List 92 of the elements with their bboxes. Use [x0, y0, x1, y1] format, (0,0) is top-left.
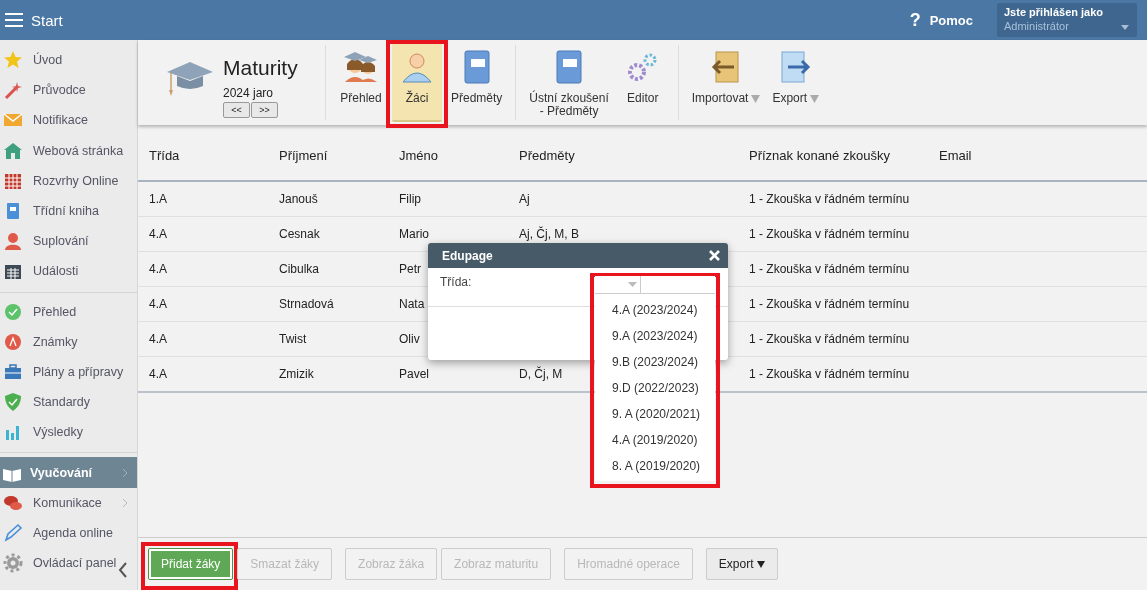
sidebar-item[interactable]: Notifikace [0, 105, 137, 136]
gear-icon [3, 553, 23, 574]
help-link[interactable]: Pomoc [929, 12, 973, 28]
shield-icon [3, 392, 23, 413]
help-icon[interactable]: ? [909, 9, 921, 31]
close-icon[interactable] [709, 250, 720, 261]
sidebar-item[interactable]: Události [0, 256, 137, 287]
toolbar-tab[interactable]: Přehled [336, 40, 386, 122]
table-cell: Aj [519, 192, 530, 206]
dropdown-button[interactable]: Export [705, 548, 778, 580]
toolbar-tab[interactable]: Předměty [448, 40, 506, 122]
field-label: Třída: [440, 275, 472, 289]
dropdown-option[interactable]: 4.A (2023/2024) [595, 297, 715, 323]
previous-button[interactable]: << [223, 102, 250, 118]
caret-icon [1121, 25, 1129, 30]
table-cell: Oliv [399, 332, 420, 346]
table-cell: Twist [279, 332, 307, 346]
collapse-icon[interactable] [118, 562, 128, 578]
grade-circle-icon [3, 331, 23, 352]
table-cell: 4.A [149, 367, 167, 381]
house-icon [3, 140, 23, 161]
caret-icon [751, 95, 761, 103]
check-circle-icon [3, 301, 23, 322]
sidebar-item[interactable]: Komunikace [0, 487, 137, 518]
table-cell: Mario [399, 227, 429, 241]
table-cell: Cesnak [279, 227, 320, 241]
sidebar-item[interactable]: Výsledky [0, 417, 137, 448]
app-title[interactable]: Start [31, 11, 63, 29]
period-label: 2024 jaro [223, 86, 275, 100]
table-cell: Strnadová [279, 297, 334, 311]
sidebar-item[interactable]: Standardy [0, 387, 137, 418]
briefcase-icon [3, 361, 23, 382]
table-cell: 4.A [149, 332, 167, 346]
column-header[interactable]: Příznak konané zkoušky [749, 147, 939, 163]
sidebar-item[interactable]: Agenda online [0, 517, 137, 548]
toolbar-tab[interactable]: Export [769, 40, 823, 122]
menu-icon[interactable] [5, 13, 23, 27]
dropdown-option[interactable]: 4.A (2019/2020) [595, 427, 715, 453]
table-cell: 4.A [149, 297, 167, 311]
table-cell: Aj, Čj, M, B [519, 227, 579, 241]
sidebar-item[interactable]: Ovládací panel [0, 548, 137, 579]
sidebar-item[interactable]: Webová stránka [0, 135, 137, 166]
column-header[interactable]: Email [939, 147, 1147, 163]
table-cell: 1 - Zkouška v řádném termínu [749, 297, 910, 311]
dropdown-option[interactable]: 9.D (2022/2023) [595, 375, 715, 401]
table-cell: 1 - Zkouška v řádném termínu [749, 332, 910, 346]
sidebar-item[interactable]: Známky [0, 326, 137, 357]
dropdown-option[interactable]: 8. A (2019/2020) [595, 453, 715, 479]
toolbar-tab[interactable]: Ústní zkoušení - Předměty [526, 40, 612, 122]
table-cell: 4.A [149, 227, 167, 241]
user-menu[interactable]: Jste přihlášen jako Administrátor [997, 3, 1137, 37]
dropdown-option[interactable]: 9.A (2023/2024) [595, 323, 715, 349]
module-title: Maturity [223, 56, 298, 80]
table-cell: Pavel [399, 367, 430, 381]
table-cell: Filip [399, 192, 421, 206]
select-field[interactable] [595, 276, 715, 294]
sidebar-item[interactable]: Průvodce [0, 75, 137, 106]
caret-icon [810, 95, 820, 103]
table-cell: Cibulka [279, 262, 320, 276]
toolbar-tab[interactable]: Editor [617, 40, 668, 122]
table-cell: Nata [399, 297, 425, 311]
next-button[interactable]: >> [251, 102, 278, 118]
table-cell: 1 - Zkouška v řádném termínu [749, 262, 910, 276]
sidebar-item[interactable]: Vyučování [0, 457, 137, 488]
dropdown-option[interactable]: 9. A (2020/2021) [595, 401, 715, 427]
dialog-title: Edupage [442, 248, 493, 263]
column-header[interactable]: Příjmení [279, 147, 399, 163]
person-icon [3, 231, 23, 252]
dropdown-option[interactable]: 9.B (2023/2024) [595, 349, 715, 375]
sidebar-item[interactable]: Rozvrhy Online [0, 165, 137, 196]
sidebar-item[interactable]: Přehled [0, 296, 137, 327]
sidebar-item[interactable]: Třídní kniha [0, 195, 137, 227]
sidebar-item[interactable]: Suplování [0, 226, 137, 257]
table-cell: D, Čj, M [519, 367, 563, 381]
table-cell: Petr [399, 262, 421, 276]
sidebar-item[interactable]: Úvod [0, 45, 137, 76]
table-cell: 1 - Zkouška v řádném termínu [749, 227, 910, 241]
table-cell: 1 - Zkouška v řádném termínu [749, 192, 910, 206]
table-cell: Zmizik [279, 367, 314, 381]
caret-icon [628, 282, 637, 287]
sidebar-item[interactable]: Plány a přípravy [0, 356, 137, 388]
caret-icon [756, 560, 765, 568]
pen-icon [3, 522, 23, 543]
table-cell: 1 - Zkouška v řádném termínu [749, 367, 910, 381]
column-header[interactable]: Jméno [399, 147, 519, 163]
column-header[interactable]: Třída [149, 147, 279, 163]
table-cell: 4.A [149, 262, 167, 276]
graduation-cap-icon [165, 60, 215, 98]
table-cell: 1.A [149, 192, 167, 206]
table-cell: Janouš [279, 192, 318, 206]
toolbar-tab[interactable]: Importovat [688, 40, 764, 122]
column-header[interactable]: Předměty [519, 147, 749, 163]
